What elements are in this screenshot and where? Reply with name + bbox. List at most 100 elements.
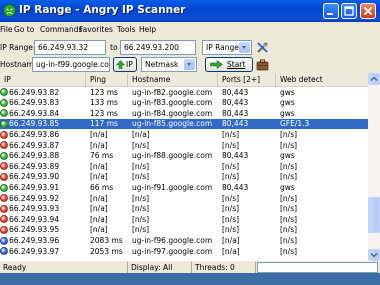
cell-ip: 66.249.93.97 xyxy=(9,246,60,256)
table-row[interactable]: 66.249.93.85 117 ms ug-in-f85.google.com 80… xyxy=(0,118,368,130)
table-row[interactable]: 66.249.93.96 2083 ms ug-in-f96.google.com [… xyxy=(0,235,368,246)
column-header-hostname[interactable]: Hostname xyxy=(128,73,218,86)
menu-bar: File Go to Commands Favorites Tools Help xyxy=(0,22,380,37)
ip-range-toolbar: IP Range: 66.249.93.32 to 66.249.93.200 … xyxy=(0,39,380,57)
table-row[interactable]: 66.249.93.82 123 ms ug-in-f82.google.com 80… xyxy=(0,87,368,98)
status-dot-icon xyxy=(0,247,8,256)
cell-ports: [n/s] xyxy=(222,140,240,150)
menu-commands[interactable]: Commands xyxy=(40,25,82,34)
netmask-select[interactable]: Netmask xyxy=(141,57,197,72)
cell-ip: 66.249.93.94 xyxy=(9,214,60,224)
cell-ping: 117 ms xyxy=(90,119,118,129)
briefcase-icon[interactable] xyxy=(256,58,269,71)
progress-bar xyxy=(257,262,378,273)
range-start-input[interactable]: 66.249.93.32 xyxy=(34,40,106,55)
scroll-up-button[interactable] xyxy=(368,73,380,85)
ip-range-label: IP Range: xyxy=(0,43,36,52)
ip-lookup-button[interactable]: IP xyxy=(113,57,137,72)
table-row[interactable]: 66.249.93.90 [n/a] [n/s] [n/s] [n/s] xyxy=(0,172,368,183)
cell-web: [n/s] xyxy=(280,172,298,182)
column-header-ip[interactable]: IP xyxy=(0,73,86,86)
cell-hostname: ug-in-f96.google.com xyxy=(132,235,213,245)
cell-ip: 66.249.93.93 xyxy=(9,204,60,214)
cell-ports: [n/s] xyxy=(222,214,240,224)
status-dot-icon xyxy=(0,183,8,192)
title-bar[interactable]: IP Range - Angry IP Scanner xyxy=(0,0,380,22)
table-row[interactable]: 66.249.93.94 [n/a] [n/s] [n/s] [n/s] xyxy=(0,214,368,225)
status-dot-icon xyxy=(0,204,8,213)
cell-ip: 66.249.93.82 xyxy=(9,87,60,97)
status-dot-icon xyxy=(0,98,8,107)
menu-favorites[interactable]: Favorites xyxy=(79,25,113,34)
start-button[interactable]: Start xyxy=(205,57,253,72)
cell-ping: 123 ms xyxy=(90,108,118,118)
range-end-input[interactable]: 66.249.93.200 xyxy=(120,40,196,55)
cell-ping: 66 ms xyxy=(90,182,114,192)
app-icon xyxy=(3,4,16,17)
status-display: Display: All xyxy=(128,262,192,273)
cell-web: GFE/1.3 xyxy=(280,119,310,129)
cell-hostname: [n/s] xyxy=(132,172,150,182)
cell-ip: 66.249.93.85 xyxy=(9,119,60,129)
results-table[interactable]: IP Ping Hostname Ports [2+] Web detect 6… xyxy=(0,73,368,261)
column-header-web-detect[interactable]: Web detect xyxy=(276,73,368,86)
tools-icon[interactable] xyxy=(256,41,269,54)
column-header-ping[interactable]: Ping xyxy=(86,73,128,86)
start-button-label: Start xyxy=(227,60,246,69)
hostname-toolbar: Hostname: ug-in-f99.google.com IP Netmas… xyxy=(0,56,380,74)
table-row[interactable]: 66.249.93.91 66 ms ug-in-f91.google.com 80,… xyxy=(0,182,368,193)
table-row[interactable]: 66.249.93.89 [n/a] [n/s] [n/s] [n/s] xyxy=(0,161,368,172)
cell-ports: [n/s] xyxy=(222,225,240,235)
arrow-up-icon xyxy=(116,60,125,69)
table-row[interactable]: 66.249.93.83 133 ms ug-in-f83.google.com 80… xyxy=(0,98,368,109)
table-row[interactable]: 66.249.93.88 76 ms ug-in-f88.google.com 80,… xyxy=(0,151,368,162)
feeder-select[interactable]: IP Range xyxy=(202,40,252,55)
status-dot-icon xyxy=(0,109,8,118)
status-dot-icon xyxy=(0,225,8,234)
cell-ping: [n/a] xyxy=(90,225,108,235)
cell-web: gws xyxy=(280,108,295,118)
cell-hostname: ug-in-f91.google.com xyxy=(132,182,213,192)
minimize-button[interactable] xyxy=(323,3,339,19)
cell-web: [n/s] xyxy=(280,161,298,171)
table-row[interactable]: 66.249.93.92 [n/a] [n/s] [n/s] [n/s] xyxy=(0,193,368,204)
close-button[interactable] xyxy=(360,3,376,19)
maximize-button[interactable] xyxy=(341,3,357,19)
cell-ping: [n/a] xyxy=(90,204,108,214)
menu-tools[interactable]: Tools xyxy=(117,25,135,34)
status-dot-icon xyxy=(0,236,8,245)
cell-hostname: ug-in-f85.google.com xyxy=(132,119,213,129)
cell-ports: 80,443 xyxy=(222,151,249,161)
table-row[interactable]: 66.249.93.93 [n/a] [n/s] [n/s] [n/s] xyxy=(0,204,368,215)
cell-hostname: [n/s] xyxy=(132,214,150,224)
chevron-down-icon xyxy=(370,253,378,258)
scroll-thumb[interactable] xyxy=(368,197,380,233)
table-header: IP Ping Hostname Ports [2+] Web detect xyxy=(0,73,368,87)
cell-web: [n/s] xyxy=(280,246,298,256)
table-row[interactable]: 66.249.93.87 [n/a] [n/s] [n/s] [n/s] xyxy=(0,140,368,151)
cell-ports: [n/s] xyxy=(222,161,240,171)
table-row[interactable]: 66.249.93.84 123 ms ug-in-f84.google.com 80… xyxy=(0,108,368,119)
scroll-down-button[interactable] xyxy=(368,249,380,261)
cell-web: [n/s] xyxy=(280,225,298,235)
hostname-input[interactable]: ug-in-f99.google.com xyxy=(32,57,110,72)
column-header-ports[interactable]: Ports [2+] xyxy=(218,73,276,86)
cell-hostname: [n/s] xyxy=(132,140,150,150)
vertical-scrollbar[interactable] xyxy=(368,73,380,261)
table-row[interactable]: 66.249.93.97 2053 ms ug-in-f97.google.com [… xyxy=(0,246,368,257)
cell-hostname: ug-in-f97.google.com xyxy=(132,246,213,256)
status-dot-icon xyxy=(0,194,8,203)
feeder-select-value: IP Range xyxy=(206,43,239,52)
cell-ping: [n/a] xyxy=(90,161,108,171)
cell-ping: 76 ms xyxy=(90,151,114,161)
menu-help[interactable]: Help xyxy=(139,25,156,34)
table-row[interactable]: 66.249.93.95 [n/a] [n/s] [n/s] [n/s] xyxy=(0,225,368,236)
cell-ports: 80,443 xyxy=(222,87,249,97)
menu-goto[interactable]: Go to xyxy=(14,25,34,34)
cell-ping: 133 ms xyxy=(90,98,118,108)
cell-ip: 66.249.93.83 xyxy=(9,98,60,108)
table-row[interactable]: 66.249.93.86 [n/a] [n/a] [n/s] [n/s] xyxy=(0,129,368,140)
menu-file[interactable]: File xyxy=(0,25,13,34)
cell-ip: 66.249.93.95 xyxy=(9,225,60,235)
status-ready: Ready xyxy=(0,262,128,273)
